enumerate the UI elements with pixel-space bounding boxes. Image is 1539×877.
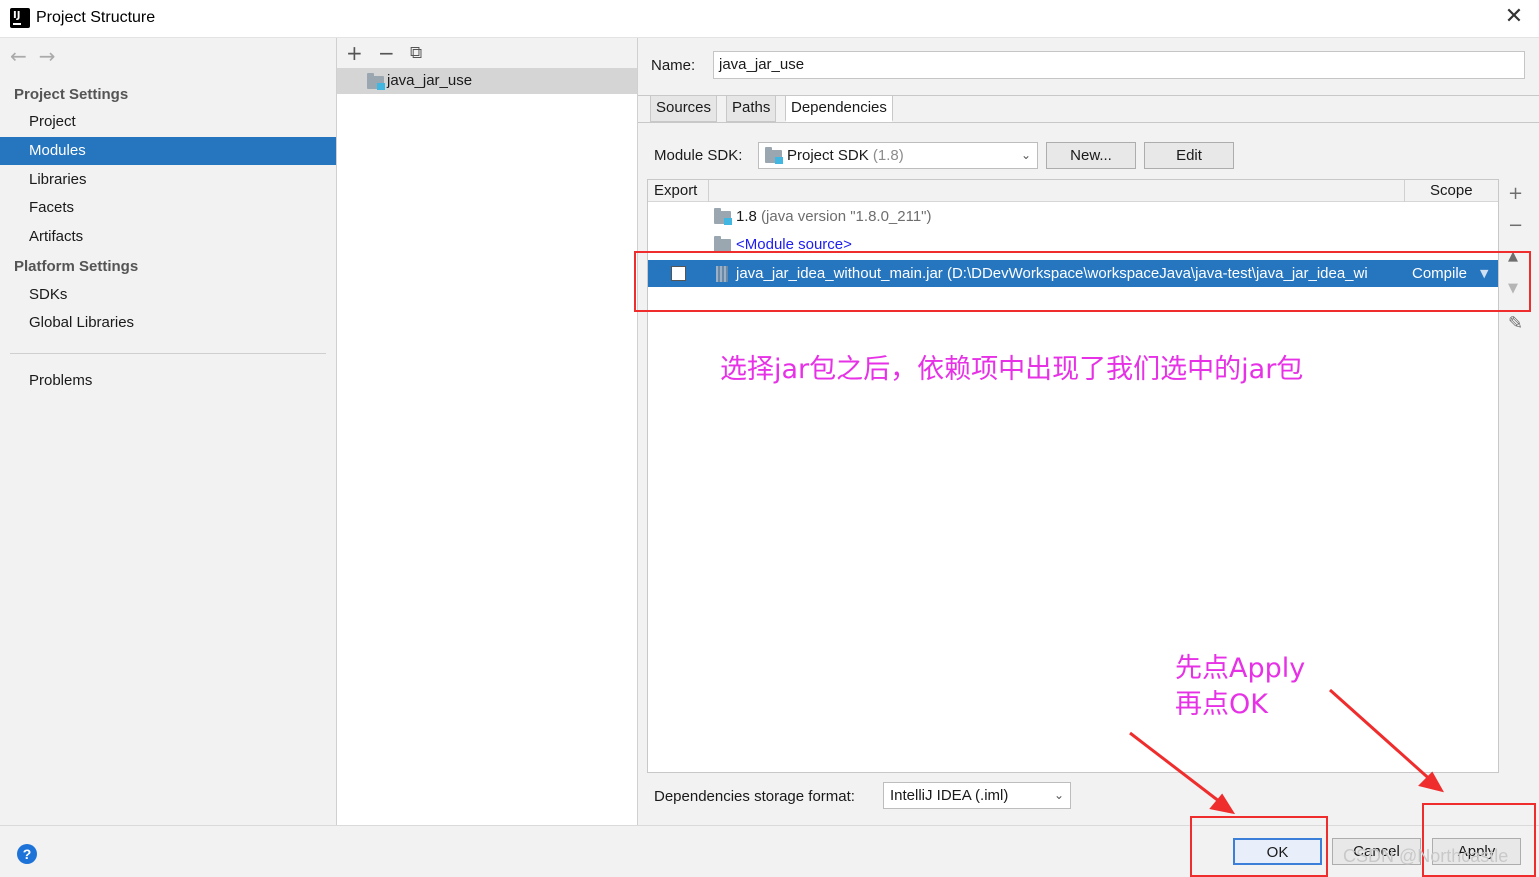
arrow-to-apply — [1329, 688, 1435, 785]
annotation-arrows — [1129, 688, 1445, 815]
step-apply-annotation: 先点Apply — [1175, 653, 1306, 684]
arrow-head-apply — [1418, 771, 1445, 793]
watermark: CSDN @Northcastle — [1343, 846, 1509, 866]
step-ok-annotation: 再点OK — [1175, 689, 1268, 720]
arrow-to-ok — [1129, 731, 1225, 807]
dependency-annotation: 选择jar包之后，依赖项中出现了我们选中的jar包 — [720, 354, 1304, 385]
